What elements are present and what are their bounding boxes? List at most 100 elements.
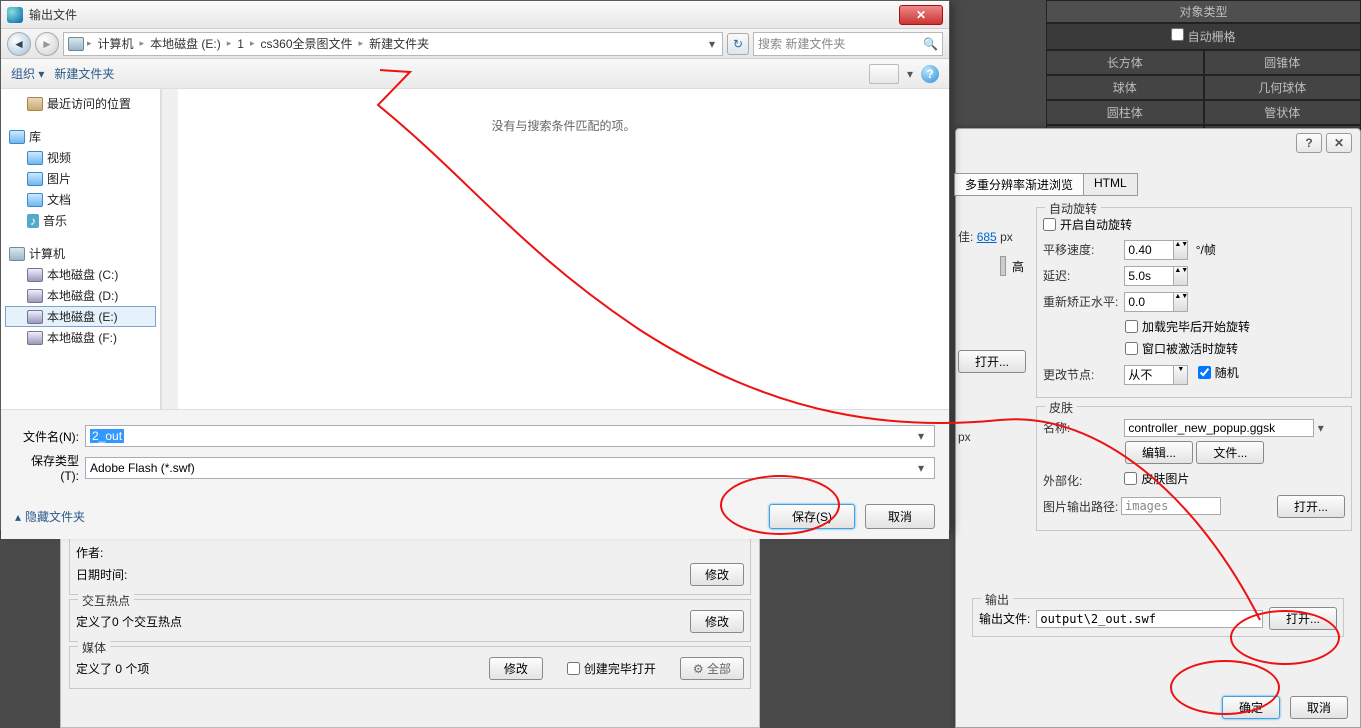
delay-label: 延迟:	[1043, 267, 1121, 284]
filename-dropdown-icon[interactable]: ▾	[912, 429, 930, 443]
primitive-tube[interactable]: 管状体	[1204, 100, 1361, 125]
spinner-arrows-icon[interactable]: ▲▼	[1173, 241, 1187, 259]
chevron-right-icon[interactable]: ▸	[84, 38, 95, 49]
externalize-skinimg[interactable]: 皮肤图片	[1124, 470, 1189, 487]
primitive-sphere[interactable]: 球体	[1046, 75, 1204, 100]
primitive-box[interactable]: 长方体	[1046, 50, 1204, 75]
change-node-select[interactable]: ▼	[1124, 365, 1188, 385]
pan-speed-spinner[interactable]: ▲▼	[1124, 240, 1188, 260]
auto-grid-checkbox-row[interactable]: 自动栅格	[1046, 23, 1361, 50]
tab-html[interactable]: HTML	[1083, 173, 1138, 196]
chevron-right-icon[interactable]: ▸	[224, 38, 235, 49]
skin-file-button[interactable]: 文件...	[1196, 441, 1264, 464]
tree-drive-d[interactable]: 本地磁盘 (D:)	[5, 285, 156, 306]
tree-drive-c[interactable]: 本地磁盘 (C:)	[5, 264, 156, 285]
cancel-button[interactable]: 取消	[1290, 696, 1348, 719]
chevron-right-icon[interactable]: ▸	[247, 38, 258, 49]
help-icon[interactable]: ?	[921, 65, 939, 83]
back-button[interactable]: ◄	[7, 32, 31, 56]
delay-input[interactable]	[1125, 268, 1173, 284]
random-checkbox-row[interactable]: 随机	[1198, 364, 1239, 381]
modify-button-1[interactable]: 修改	[690, 563, 744, 586]
tree-scrollbar[interactable]	[161, 89, 178, 409]
imgout-field[interactable]	[1121, 497, 1221, 515]
imgout-open-button[interactable]: 打开...	[1277, 495, 1345, 518]
when-inactive-checkbox[interactable]	[1125, 342, 1138, 355]
auto-grid-checkbox[interactable]	[1171, 28, 1184, 41]
help-button[interactable]: ?	[1296, 133, 1322, 153]
after-load-checkbox[interactable]	[1125, 320, 1138, 333]
search-input[interactable]: 搜索 新建文件夹 🔍	[753, 32, 943, 56]
dropdown-arrow-icon[interactable]: ▼	[1173, 366, 1187, 384]
relevel-input[interactable]	[1125, 294, 1173, 310]
open-after-create-checkbox[interactable]	[567, 662, 580, 675]
peek-open-button[interactable]: 打开...	[958, 350, 1026, 373]
new-folder-button[interactable]: 新建文件夹	[54, 65, 114, 82]
forward-button[interactable]: ►	[35, 32, 59, 56]
primitive-cylinder[interactable]: 圆柱体	[1046, 100, 1204, 125]
dropdown-arrow-icon[interactable]: ▾	[1318, 421, 1324, 435]
change-node-input[interactable]	[1125, 367, 1173, 383]
tree-docs[interactable]: 文档	[5, 189, 156, 210]
tree-library[interactable]: 库	[5, 126, 156, 147]
tree-drive-c-label: 本地磁盘 (C:)	[47, 266, 118, 283]
save-titlebar[interactable]: 输出文件 ✕	[1, 1, 949, 29]
modify-button-3[interactable]: 修改	[489, 657, 543, 680]
skin-edit-button[interactable]: 编辑...	[1125, 441, 1193, 464]
savetype-dropdown-icon[interactable]: ▾	[912, 461, 930, 475]
delay-spinner[interactable]: ▲▼	[1124, 266, 1188, 286]
hide-folders-link[interactable]: ▴ 隐藏文件夹	[15, 508, 85, 525]
tree-music[interactable]: ♪音乐	[5, 210, 156, 231]
refresh-button[interactable]: ↻	[727, 33, 749, 55]
enable-autorotate[interactable]: 开启自动旋转	[1043, 216, 1132, 233]
tree-drive-e[interactable]: 本地磁盘 (E:)	[5, 306, 156, 327]
nav-tree[interactable]: 最近访问的位置 库 视频 图片 文档 ♪音乐 计算机 本地磁盘 (C:) 本地磁…	[1, 89, 161, 409]
crumb-folder-1[interactable]: 1	[234, 37, 247, 51]
chevron-right-icon[interactable]: ▸	[356, 38, 367, 49]
tree-recent[interactable]: 最近访问的位置	[5, 93, 156, 114]
peek-open-btn[interactable]: 打开...	[958, 350, 1026, 373]
relevel-spinner[interactable]: ▲▼	[1124, 292, 1188, 312]
ok-button[interactable]: 确定	[1222, 696, 1280, 719]
tree-computer[interactable]: 计算机	[5, 243, 156, 264]
cancel-save-button[interactable]: 取消	[865, 504, 935, 529]
random-checkbox[interactable]	[1198, 366, 1211, 379]
crumb-computer[interactable]: 计算机	[95, 35, 137, 52]
tab-multires[interactable]: 多重分辨率渐进浏览	[954, 173, 1084, 196]
crumb-drive-e[interactable]: 本地磁盘 (E:)	[147, 35, 224, 52]
pan-speed-input[interactable]	[1125, 242, 1173, 258]
breadcrumb[interactable]: ▸ 计算机 ▸ 本地磁盘 (E:) ▸ 1 ▸ cs360全景图文件 ▸ 新建文…	[63, 32, 723, 56]
save-button[interactable]: 保存(S)	[769, 504, 855, 529]
spinner-arrows-icon[interactable]: ▲▼	[1173, 267, 1187, 285]
modify-button-2[interactable]: 修改	[690, 610, 744, 633]
enable-autorotate-checkbox[interactable]	[1043, 218, 1056, 231]
crumb-folder-cs360[interactable]: cs360全景图文件	[258, 35, 356, 52]
skin-name-field[interactable]: controller_new_popup.ggsk	[1124, 419, 1314, 437]
tree-drive-f[interactable]: 本地磁盘 (F:)	[5, 327, 156, 348]
pan-speed-unit: °/帧	[1196, 243, 1216, 257]
open-after-create[interactable]: 创建完毕打开	[567, 660, 656, 677]
slider-handle-icon[interactable]	[1000, 256, 1006, 276]
all-button[interactable]: ⚙ 全部	[680, 657, 744, 680]
when-inactive-rotate[interactable]: 窗口被激活时旋转	[1125, 340, 1238, 357]
output-legend: 输出	[981, 591, 1013, 608]
primitive-cone[interactable]: 圆锥体	[1204, 50, 1361, 75]
tree-picture[interactable]: 图片	[5, 168, 156, 189]
externalize-checkbox[interactable]	[1124, 472, 1137, 485]
view-button[interactable]	[869, 64, 899, 84]
close-button[interactable]: ✕	[1326, 133, 1352, 153]
view-dropdown-icon[interactable]: ▾	[907, 67, 913, 81]
crumb-folder-new[interactable]: 新建文件夹	[366, 35, 432, 52]
output-open-button[interactable]: 打开...	[1269, 607, 1337, 630]
output-file-field[interactable]	[1036, 610, 1263, 628]
after-load-rotate[interactable]: 加载完毕后开始旋转	[1125, 318, 1250, 335]
crumb-dropdown-icon[interactable]: ▾	[706, 37, 718, 51]
chevron-right-icon[interactable]: ▸	[137, 38, 148, 49]
filename-input[interactable]: 2_out ▾	[85, 425, 935, 447]
organize-menu[interactable]: 组织 ▾	[11, 65, 44, 82]
close-icon[interactable]: ✕	[899, 5, 943, 25]
spinner-arrows-icon[interactable]: ▲▼	[1173, 293, 1187, 311]
primitive-geosphere[interactable]: 几何球体	[1204, 75, 1361, 100]
tree-video[interactable]: 视频	[5, 147, 156, 168]
savetype-select[interactable]: Adobe Flash (*.swf) ▾	[85, 457, 935, 479]
